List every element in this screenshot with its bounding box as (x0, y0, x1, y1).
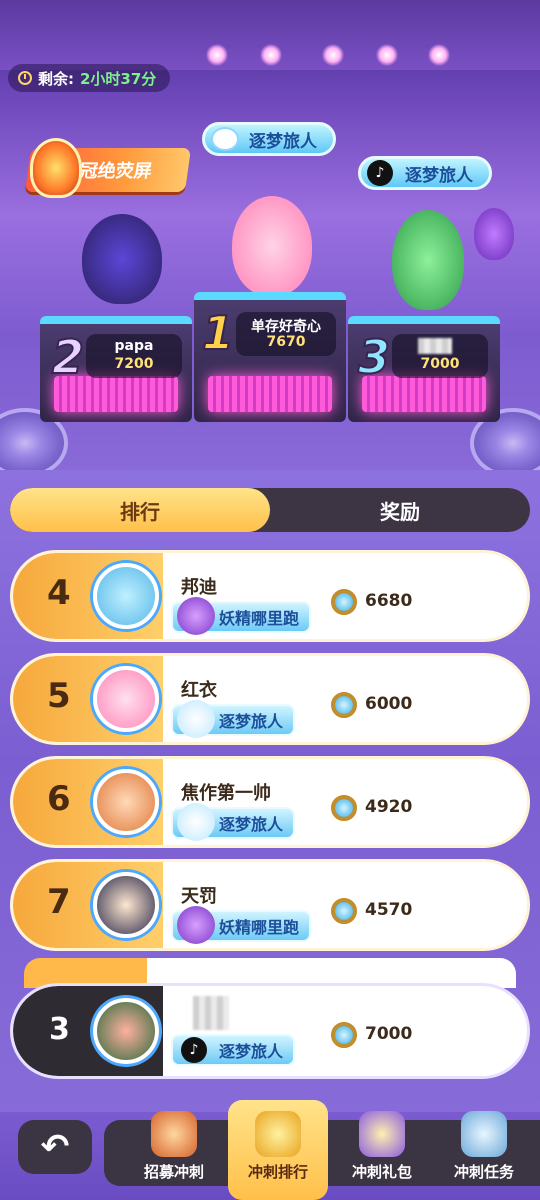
title-badge: 妖精哪里跑 (171, 597, 312, 635)
my-rank-number: 3 (49, 1012, 70, 1047)
sheep-icon (211, 127, 239, 151)
badge-text: 逐梦旅人 (219, 815, 284, 834)
podium-name-2: papa (114, 338, 154, 354)
avatar[interactable] (93, 563, 159, 629)
third-place-title: ♪ 逐梦旅人 (358, 156, 492, 190)
stage-light (260, 44, 282, 66)
tiktok-icon: ♪ (367, 160, 393, 186)
avatar[interactable] (93, 872, 159, 938)
nav-recruit-sprint[interactable]: 招募冲刺 (124, 1100, 224, 1200)
player-score: 4570 (365, 900, 413, 920)
title-badge: ♪ 逐梦旅人 (171, 1034, 296, 1066)
stage-light (376, 44, 398, 66)
gourd-icon (474, 208, 514, 260)
countdown-timer: 剩余: 2小时37分 (8, 64, 171, 92)
nav-label: 冲刺礼包 (351, 1163, 412, 1181)
podium-score-3: 7000 (420, 356, 460, 372)
stage-light (428, 44, 450, 66)
podium-rank-2: 2 (51, 329, 85, 385)
ranking-tabs: 排行 奖励 (10, 488, 530, 532)
badge-text: 逐梦旅人 (219, 1042, 284, 1061)
tab-ranking[interactable]: 排行 (10, 488, 270, 532)
back-button[interactable]: ↶ (18, 1120, 92, 1174)
badge-text: 逐梦旅人 (219, 712, 284, 731)
frog-character (392, 210, 464, 310)
nav-sprint-ranking[interactable]: 冲刺排行 (228, 1100, 328, 1200)
nav-label: 招募冲刺 (143, 1163, 204, 1181)
player-score: 6680 (365, 591, 413, 611)
podium-name-1: 单存好奇心 (251, 319, 321, 335)
list-item[interactable]: 4 邦迪 妖精哪里跑 6680 (10, 550, 530, 642)
badge-text: 妖精哪里跑 (219, 609, 300, 628)
podium-score-1: 7670 (266, 334, 306, 350)
player-name: 天罚 (181, 886, 217, 907)
title-badge: 逐梦旅人 (171, 803, 296, 841)
my-score: 7000 (365, 1024, 413, 1044)
tab-rewards[interactable]: 奖励 (270, 488, 530, 532)
timer-label: 剩余: (38, 69, 74, 88)
gem-icon (331, 898, 357, 924)
nav-sprint-tasks[interactable]: 冲刺任务 (434, 1100, 534, 1200)
task-list-icon (461, 1111, 507, 1157)
crown-emblem-icon (30, 138, 82, 198)
target-icon (151, 1111, 197, 1157)
first-place-title: 逐梦旅人 (202, 122, 336, 156)
nav-label: 冲刺排行 (247, 1163, 308, 1181)
gem-icon (331, 692, 357, 718)
gourd-icon (177, 597, 215, 635)
player-score: 4920 (365, 797, 413, 817)
list-item[interactable]: 5 红衣 逐梦旅人 6000 (10, 653, 530, 745)
first-title-text: 逐梦旅人 (249, 131, 317, 152)
sheep-icon (177, 803, 215, 841)
crown-title-text: 冠绝荧屏 (78, 161, 154, 182)
back-arrow-icon: ↶ (40, 1127, 70, 1167)
player-name: 焦作第一帅 (181, 783, 271, 804)
gourd-icon (177, 906, 215, 944)
list-item[interactable]: 6 焦作第一帅 逐梦旅人 4920 (10, 756, 530, 848)
rank-number: 5 (47, 676, 71, 716)
player-name: 邦迪 (181, 577, 217, 598)
rank-number: 7 (47, 882, 71, 922)
title-badge: 妖精哪里跑 (171, 906, 312, 944)
gem-icon (331, 795, 357, 821)
podium-rank-3: 3 (357, 329, 391, 385)
third-title-text: 逐梦旅人 (405, 165, 473, 186)
avatar[interactable] (93, 769, 159, 835)
gift-icon (359, 1111, 405, 1157)
nav-label: 冲刺任务 (453, 1163, 514, 1181)
list-item[interactable]: 7 天罚 妖精哪里跑 4570 (10, 859, 530, 951)
gem-icon (331, 589, 357, 615)
tiktok-icon: ♪ (181, 1037, 207, 1063)
gem-icon (331, 1022, 357, 1048)
blurred-name (418, 338, 452, 354)
nav-sprint-gift[interactable]: 冲刺礼包 (332, 1100, 432, 1200)
player-name: 红衣 (181, 680, 217, 701)
player-score: 6000 (365, 694, 413, 714)
badge-text: 妖精哪里跑 (219, 918, 300, 937)
timer-value: 2小时37分 (80, 69, 157, 88)
cat-character (82, 214, 162, 304)
sheep-icon (177, 700, 215, 738)
pink-girl-character (232, 196, 312, 296)
title-badge: 逐梦旅人 (171, 700, 296, 738)
rank-number: 4 (47, 573, 71, 613)
rank-number: 6 (47, 779, 71, 819)
podium-rank-1: 1 (201, 305, 235, 361)
podium-score-2: 7200 (114, 356, 154, 372)
stage-light (322, 44, 344, 66)
clock-icon (18, 71, 32, 85)
my-avatar[interactable] (93, 998, 159, 1064)
blurred-name (193, 996, 229, 1030)
trophy-icon (255, 1111, 301, 1157)
stage-light (206, 44, 228, 66)
my-rank-row[interactable]: 3 ♪ 逐梦旅人 7000 (10, 983, 530, 1079)
avatar[interactable] (93, 666, 159, 732)
